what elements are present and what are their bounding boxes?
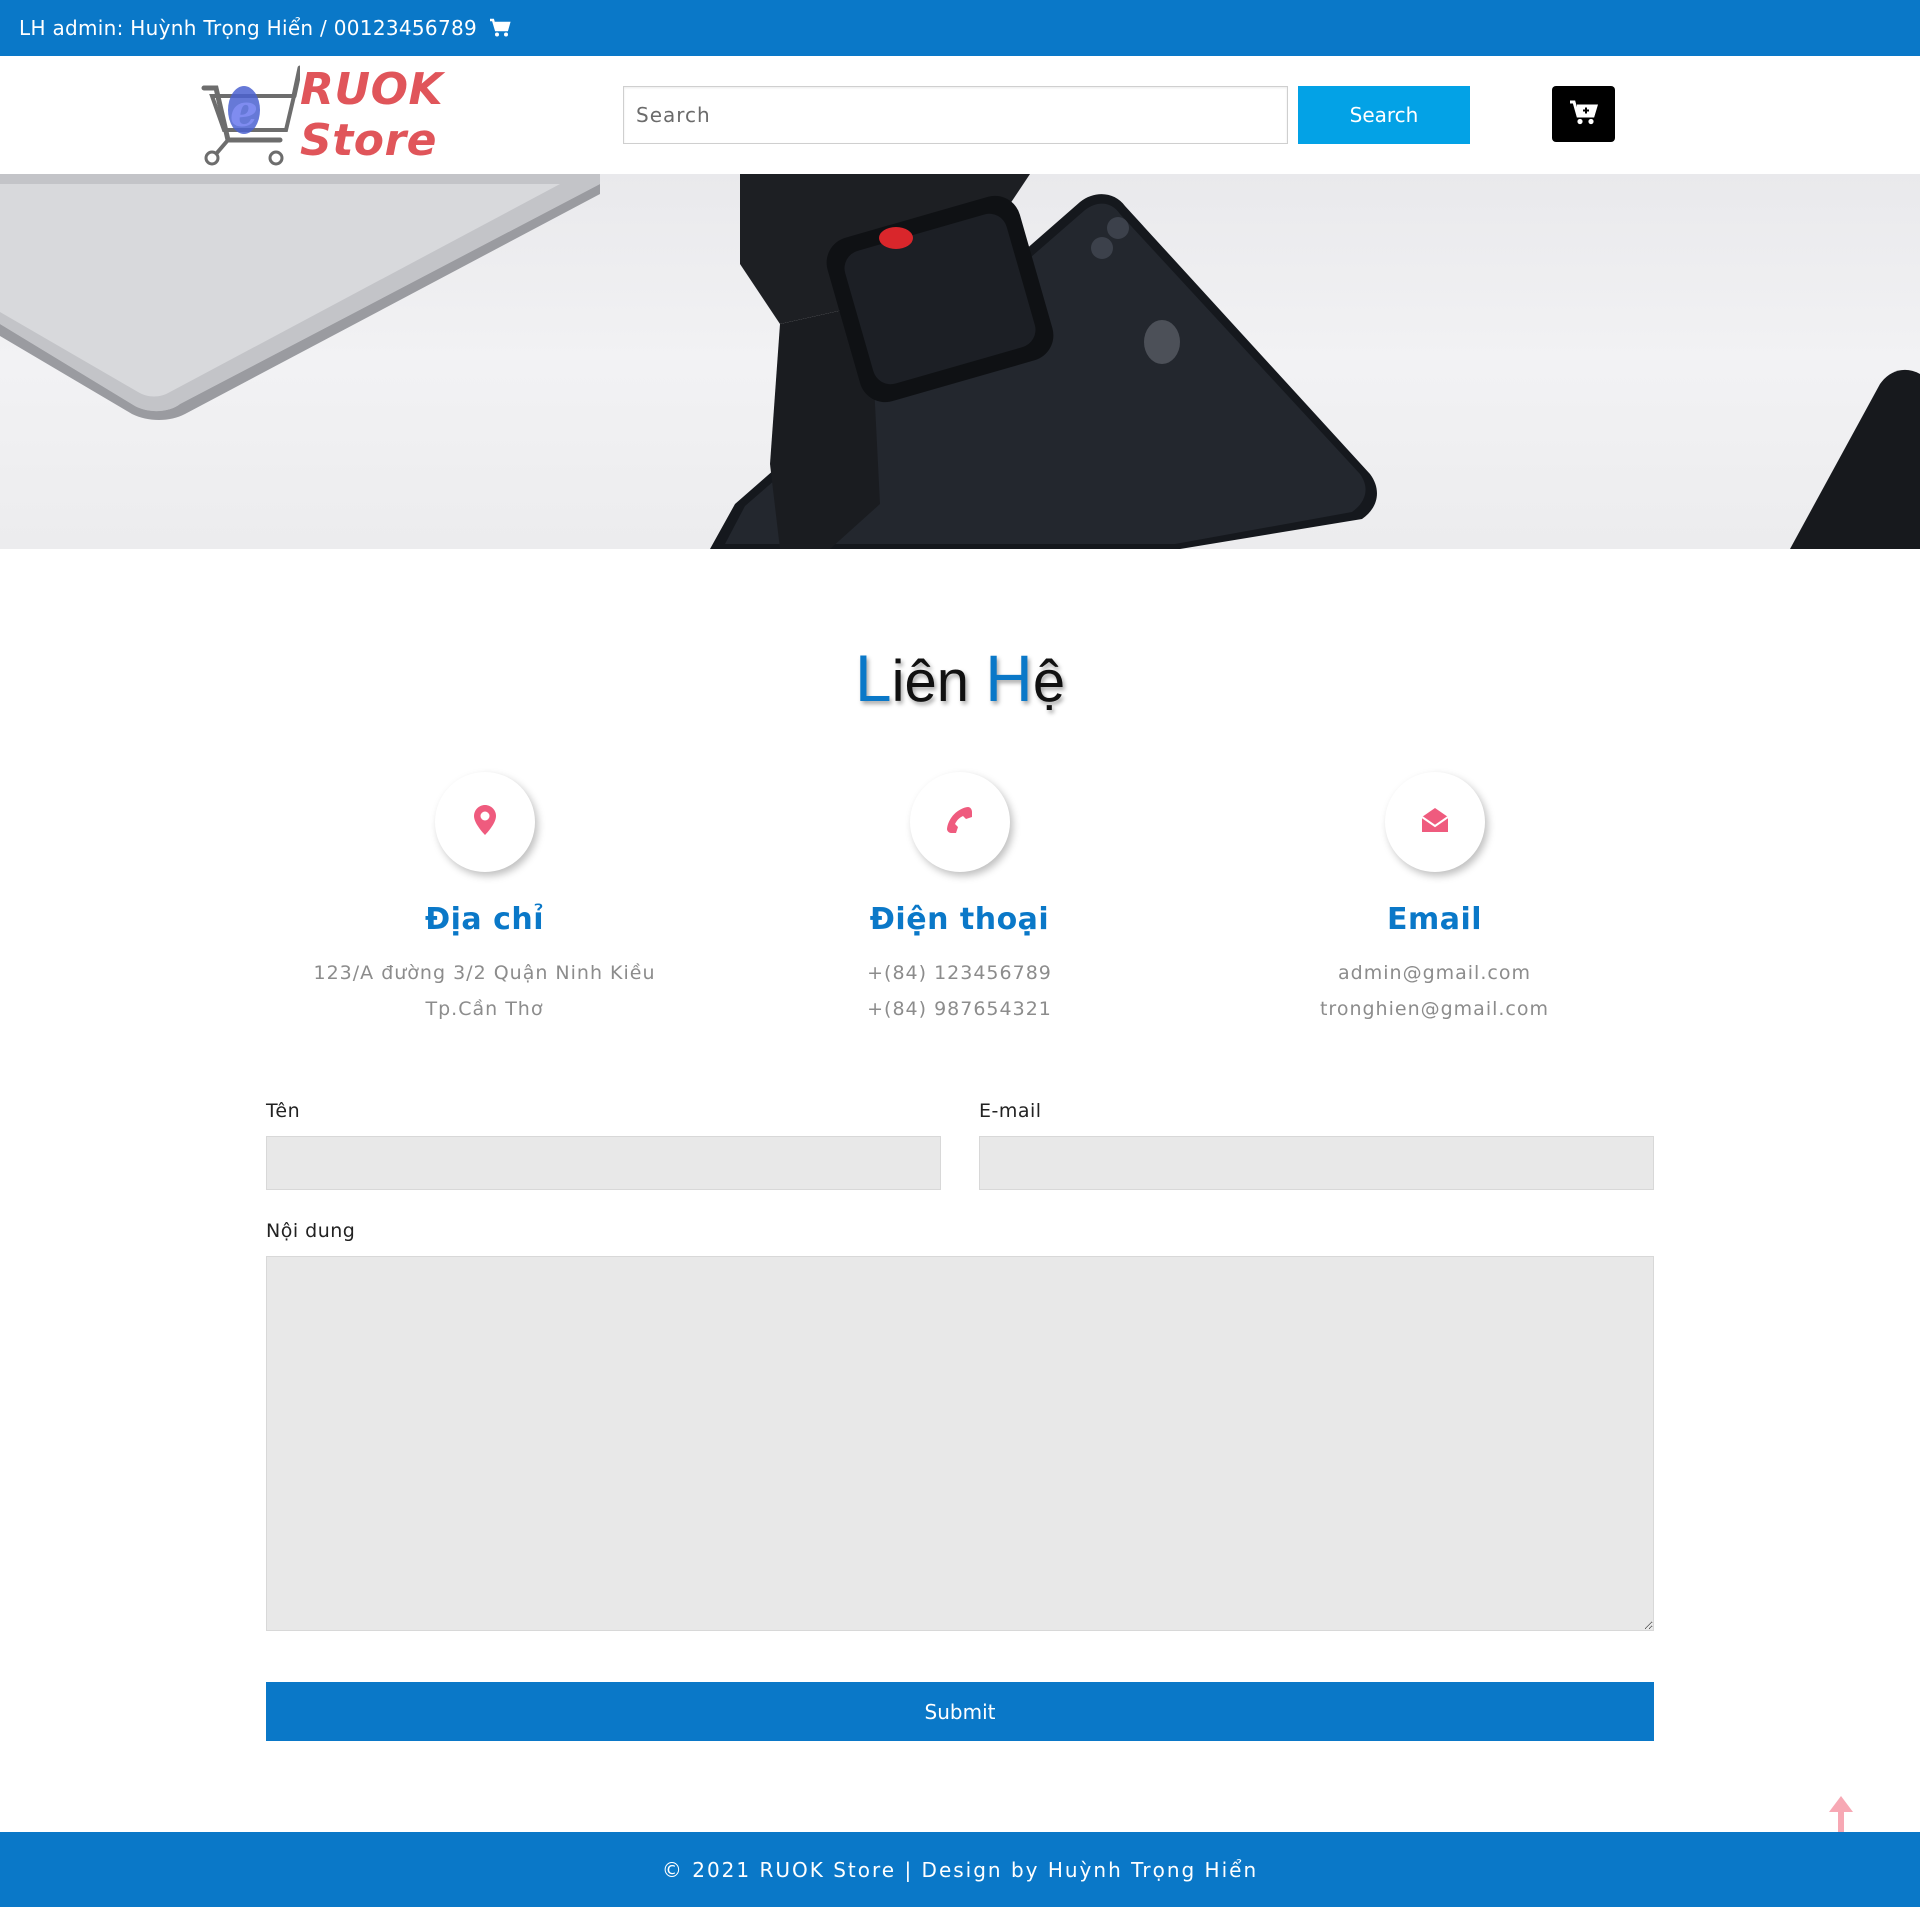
cart-button[interactable]	[1552, 86, 1615, 142]
logo-text: RUOK Store	[300, 64, 444, 166]
admin-contact-text: LH admin: Huỳnh Trọng Hiển / 00123456789	[19, 16, 478, 40]
site-header: e RUOK Store Search	[0, 56, 1920, 174]
svg-text:e: e	[230, 86, 258, 137]
phone-icon	[946, 806, 974, 838]
title-part-2: ệ	[1032, 649, 1066, 714]
page-title: Liên Hệ	[0, 640, 1920, 716]
cart-icon[interactable]	[489, 18, 511, 38]
footer-text: © 2021 RUOK Store | Design by Huỳnh Trọn…	[661, 1857, 1259, 1882]
content-label: Nội dung	[266, 1220, 356, 1242]
scroll-top-arrow-icon[interactable]	[1829, 1796, 1853, 1832]
cart-logo-icon: e	[200, 60, 303, 170]
map-marker-icon	[473, 805, 496, 839]
phone-heading: Điện thoại	[869, 902, 1050, 937]
name-field[interactable]	[266, 1136, 941, 1190]
submit-button[interactable]: Submit	[266, 1682, 1654, 1741]
title-part-1: iên	[891, 649, 986, 714]
email-field[interactable]	[979, 1136, 1654, 1190]
phone-icon-circle	[909, 772, 1010, 872]
address-icon-circle	[434, 772, 535, 872]
info-phone: Điện thoại +(84) 123456789 +(84) 9876543…	[722, 772, 1197, 1027]
title-cap-l: L	[854, 641, 892, 715]
store-logo[interactable]: e RUOK Store	[200, 60, 560, 170]
search-button[interactable]: Search	[1298, 86, 1470, 144]
address-line-1: 123/A đường 3/2 Quận Ninh Kiều	[313, 962, 656, 984]
hero-banner-image	[0, 174, 1920, 549]
email-icon-circle	[1384, 772, 1485, 872]
info-address: Địa chỉ 123/A đường 3/2 Quận Ninh Kiều T…	[247, 772, 722, 1027]
address-heading: Địa chỉ	[424, 902, 545, 937]
site-footer: © 2021 RUOK Store | Design by Huỳnh Trọn…	[0, 1832, 1920, 1907]
phone-line-2: +(84) 987654321	[867, 998, 1052, 1020]
title-cap-h: H	[985, 641, 1033, 715]
top-contact-bar: LH admin: Huỳnh Trọng Hiển / 00123456789	[0, 0, 1920, 56]
name-label: Tên	[266, 1100, 301, 1122]
email-line-1: admin@gmail.com	[1338, 962, 1531, 984]
address-line-2: Tp.Cần Thơ	[425, 998, 544, 1020]
info-email: Email admin@gmail.com tronghien@gmail.co…	[1197, 772, 1672, 1027]
envelope-open-icon	[1420, 806, 1450, 838]
search-input[interactable]	[623, 86, 1288, 144]
email-line-2: tronghien@gmail.com	[1319, 998, 1549, 1020]
email-heading: Email	[1386, 902, 1483, 937]
cart-plus-icon	[1569, 100, 1599, 129]
content-textarea[interactable]	[266, 1256, 1654, 1631]
phone-line-1: +(84) 123456789	[867, 962, 1052, 984]
email-label: E-mail	[979, 1100, 1042, 1122]
